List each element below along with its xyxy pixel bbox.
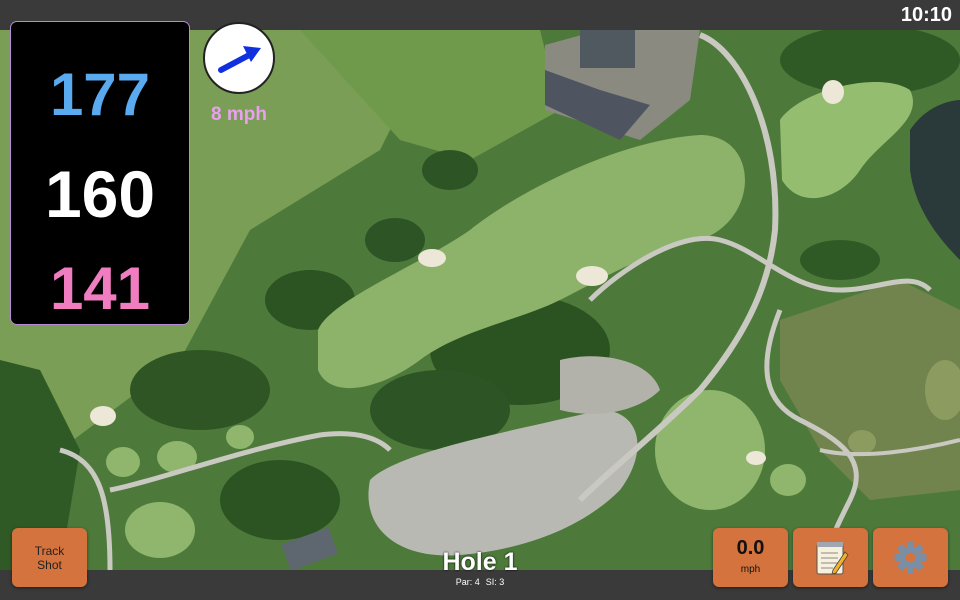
wind-speed-label: 8 mph <box>211 104 267 125</box>
gear-icon <box>894 541 927 574</box>
settings-button[interactable] <box>873 528 948 587</box>
yardage-panel: 177 160 141 <box>11 22 189 324</box>
hole-si: SI: 3 <box>485 577 505 587</box>
track-shot-button[interactable]: Track Shot <box>12 528 87 587</box>
front-yardage: 141 <box>49 255 151 322</box>
hole-par: Par: 4 <box>455 577 480 587</box>
wind-indicator <box>203 22 275 94</box>
speed-value: 0.0 <box>736 537 765 559</box>
notes-button[interactable] <box>793 528 868 587</box>
track-shot-label-line1: Track <box>34 543 65 558</box>
speed-unit: mph <box>740 564 761 575</box>
hole-info: Par: 4 SI: 3 <box>400 577 560 587</box>
speed-button[interactable]: 0.0 mph <box>713 528 788 587</box>
track-shot-label-line2: Shot <box>37 557 62 572</box>
clock: 10:10 <box>900 4 952 26</box>
wind-arrow-icon <box>218 46 261 73</box>
hole-title: Hole 1 <box>442 548 518 576</box>
notepad-icon <box>816 542 849 575</box>
middle-yardage: 160 <box>44 157 156 231</box>
back-yardage: 177 <box>49 61 151 128</box>
